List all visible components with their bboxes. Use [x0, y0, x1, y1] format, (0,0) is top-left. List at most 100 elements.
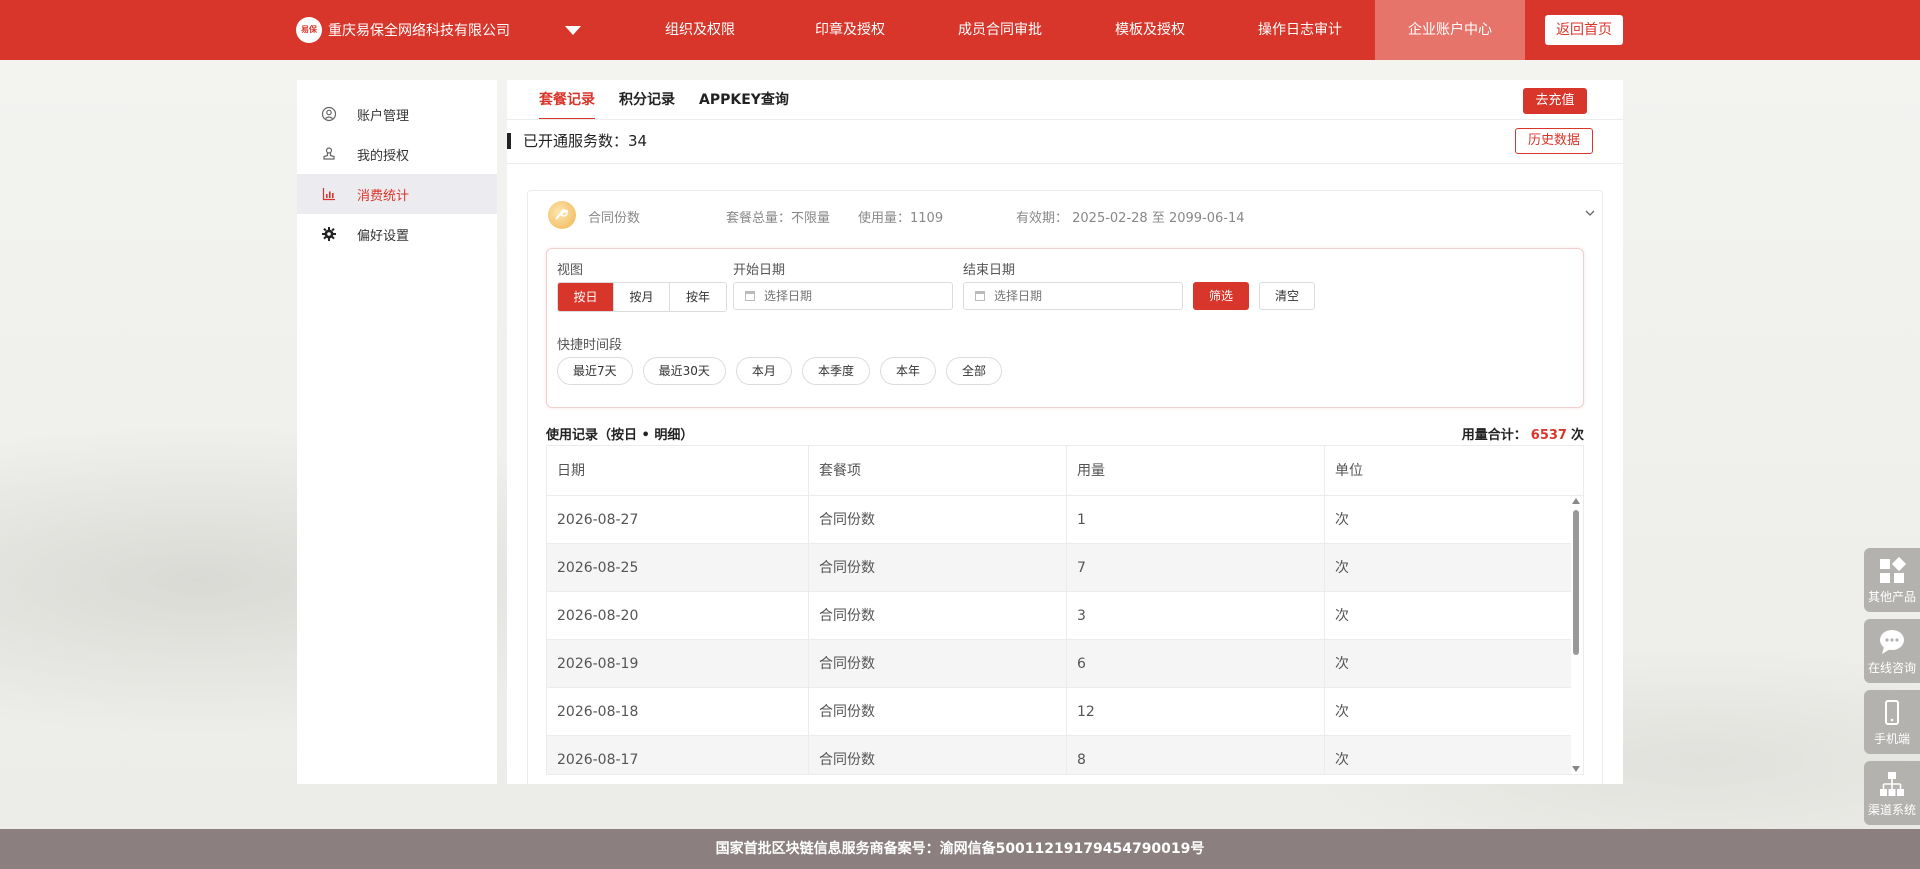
main-nav: 组织及权限 印章及授权 成员合同审批 模板及授权 操作日志审计 企业账户中心	[625, 0, 1525, 60]
nav-operation-log-audit[interactable]: 操作日志审计	[1225, 0, 1375, 60]
chart-icon	[321, 186, 337, 202]
cell-usage: 7	[1067, 544, 1325, 592]
scrollbar-thumb[interactable]	[1573, 510, 1579, 655]
brand[interactable]: 易保 重庆易保全网络科技有限公司	[296, 17, 510, 43]
usage-total-label: 用量合计：	[1461, 428, 1527, 443]
cell-usage: 3	[1067, 592, 1325, 640]
start-date-input[interactable]	[733, 282, 953, 310]
calendar-icon	[975, 291, 985, 301]
cell-package-item: 合同份数	[809, 640, 1067, 688]
sidebar-item-consumption-stats[interactable]: 消费统计	[297, 174, 497, 214]
column-header-date: 日期	[547, 446, 809, 496]
usage-table: 日期 套餐项 用量 单位 2026-08-27 合同份数 1 次 2026-08…	[546, 445, 1584, 775]
sidebar: 账户管理 我的授权 消费统计 偏好设置	[297, 80, 497, 784]
cell-package-item: 合同份数	[809, 688, 1067, 736]
tab-divider	[507, 119, 1623, 120]
table-scrollbar[interactable]	[1571, 496, 1581, 774]
sidebar-item-account-management[interactable]: 账户管理	[297, 94, 497, 134]
filter-button[interactable]: 筛选	[1193, 282, 1249, 310]
view-toggle: 按日 按月 按年	[557, 282, 727, 312]
cell-unit: 次	[1335, 752, 1349, 768]
quick-this-quarter[interactable]: 本季度	[801, 357, 870, 385]
table-row: 2026-08-18 合同份数 12 次	[547, 688, 1571, 736]
section-marker	[507, 133, 511, 149]
table-row: 2026-08-27 合同份数 1 次	[547, 496, 1571, 544]
usage-records-title: 使用记录（按日 • 明细）	[546, 428, 694, 443]
history-data-button[interactable]: 历史数据	[1515, 128, 1593, 154]
back-home-button[interactable]: 返回首页	[1545, 15, 1623, 45]
clear-button[interactable]: 清空	[1259, 282, 1315, 310]
view-by-month-button[interactable]: 按月	[614, 283, 670, 311]
company-switch-chevron-down-icon[interactable]	[565, 26, 581, 35]
quick-range-label: 快捷时间段	[557, 338, 623, 353]
table-row: 2026-08-19 合同份数 6 次	[547, 640, 1571, 688]
cell-usage: 12	[1067, 688, 1325, 736]
float-label: 渠道系统	[1867, 803, 1916, 817]
sidebar-item-label: 消费统计	[357, 188, 410, 204]
scroll-down-arrow-icon[interactable]	[1572, 766, 1580, 772]
quick-last-7-days[interactable]: 最近7天	[557, 357, 633, 385]
sidebar-item-preferences[interactable]: 偏好设置	[297, 214, 497, 254]
service-bar: 已开通服务数：34 历史数据	[507, 124, 1623, 158]
nav-org-permissions[interactable]: 组织及权限	[625, 0, 775, 60]
sidebar-item-label: 账户管理	[357, 108, 410, 124]
end-date-label: 结束日期	[963, 263, 1016, 278]
company-logo: 易保	[296, 17, 322, 43]
scroll-up-arrow-icon[interactable]	[1572, 498, 1580, 504]
filter-panel: 视图 按日 按月 按年 开始日期 结束日期 筛选 清空 快捷时间段 最近7天 最…	[546, 248, 1584, 408]
cell-unit: 次	[1335, 704, 1349, 720]
sidebar-item-label: 偏好设置	[357, 228, 410, 244]
chat-icon	[1880, 630, 1904, 654]
table-row: 2026-08-20 合同份数 3 次	[547, 592, 1571, 640]
cell-unit: 次	[1335, 512, 1349, 528]
cell-date: 2026-08-19	[547, 640, 809, 688]
package-card: 合同份数 套餐总量：不限量 使用量：1109 有效期： 2025-02-28 至…	[527, 190, 1603, 784]
table-row: 2026-08-17 合同份数 8 次	[547, 736, 1571, 774]
collapse-chevron-down-icon[interactable]	[1584, 207, 1596, 223]
cell-date: 2026-08-18	[547, 688, 809, 736]
package-icon	[548, 201, 576, 229]
tab-points-records[interactable]: 积分记录	[619, 80, 675, 120]
cell-package-item: 合同份数	[809, 736, 1067, 774]
end-date-input[interactable]	[963, 282, 1183, 310]
cell-usage: 6	[1067, 640, 1325, 688]
nav-member-contract-approval[interactable]: 成员合同审批	[925, 0, 1075, 60]
package-validity: 有效期： 2025-02-28 至 2099-06-14	[1016, 211, 1245, 226]
float-label: 其他产品	[1867, 590, 1916, 604]
float-mobile[interactable]: 手机端	[1864, 690, 1920, 754]
gear-icon	[321, 226, 337, 242]
column-header-usage: 用量	[1067, 446, 1325, 496]
float-other-products[interactable]: 其他产品	[1864, 548, 1920, 612]
sidebar-item-my-authorization[interactable]: 我的授权	[297, 134, 497, 174]
tab-appkey-query[interactable]: APPKEY查询	[699, 80, 789, 120]
cell-date: 2026-08-27	[547, 496, 809, 544]
float-label: 在线咨询	[1867, 661, 1916, 675]
nav-template-authorization[interactable]: 模板及授权	[1075, 0, 1225, 60]
float-channel-system[interactable]: 渠道系统	[1864, 761, 1920, 825]
cell-package-item: 合同份数	[809, 496, 1067, 544]
nav-enterprise-account-center[interactable]: 企业账户中心	[1375, 0, 1525, 60]
tab-package-records[interactable]: 套餐记录	[539, 80, 595, 120]
top-bar: 易保 重庆易保全网络科技有限公司 组织及权限 印章及授权 成员合同审批 模板及授…	[0, 0, 1920, 60]
cell-date: 2026-08-17	[547, 736, 809, 774]
footer-record-number: 国家首批区块链信息服务商备案号：渝网信备50011219179454790019…	[0, 829, 1920, 869]
quick-this-month[interactable]: 本月	[735, 357, 792, 385]
view-by-day-button[interactable]: 按日	[558, 283, 614, 311]
quick-this-year[interactable]: 本年	[879, 357, 936, 385]
grid-icon	[1880, 556, 1907, 583]
stamp-icon	[321, 146, 337, 162]
org-chart-icon	[1880, 772, 1904, 796]
nav-seal-authorization[interactable]: 印章及授权	[775, 0, 925, 60]
package-name: 合同份数	[588, 211, 641, 226]
view-by-year-button[interactable]: 按年	[670, 283, 726, 311]
recharge-button[interactable]: 去充值	[1523, 88, 1587, 114]
float-online-consult[interactable]: 在线咨询	[1864, 619, 1920, 683]
view-label: 视图	[557, 263, 584, 278]
quick-range-options: 最近7天 最近30天 本月 本季度 本年 全部	[557, 357, 1012, 385]
usage-total-unit: 次	[1570, 428, 1584, 443]
package-used: 使用量：1109	[858, 211, 944, 226]
phone-icon	[1885, 700, 1899, 725]
quick-all[interactable]: 全部	[945, 357, 1002, 385]
quick-last-30-days[interactable]: 最近30天	[642, 357, 726, 385]
cell-unit: 次	[1335, 656, 1349, 672]
